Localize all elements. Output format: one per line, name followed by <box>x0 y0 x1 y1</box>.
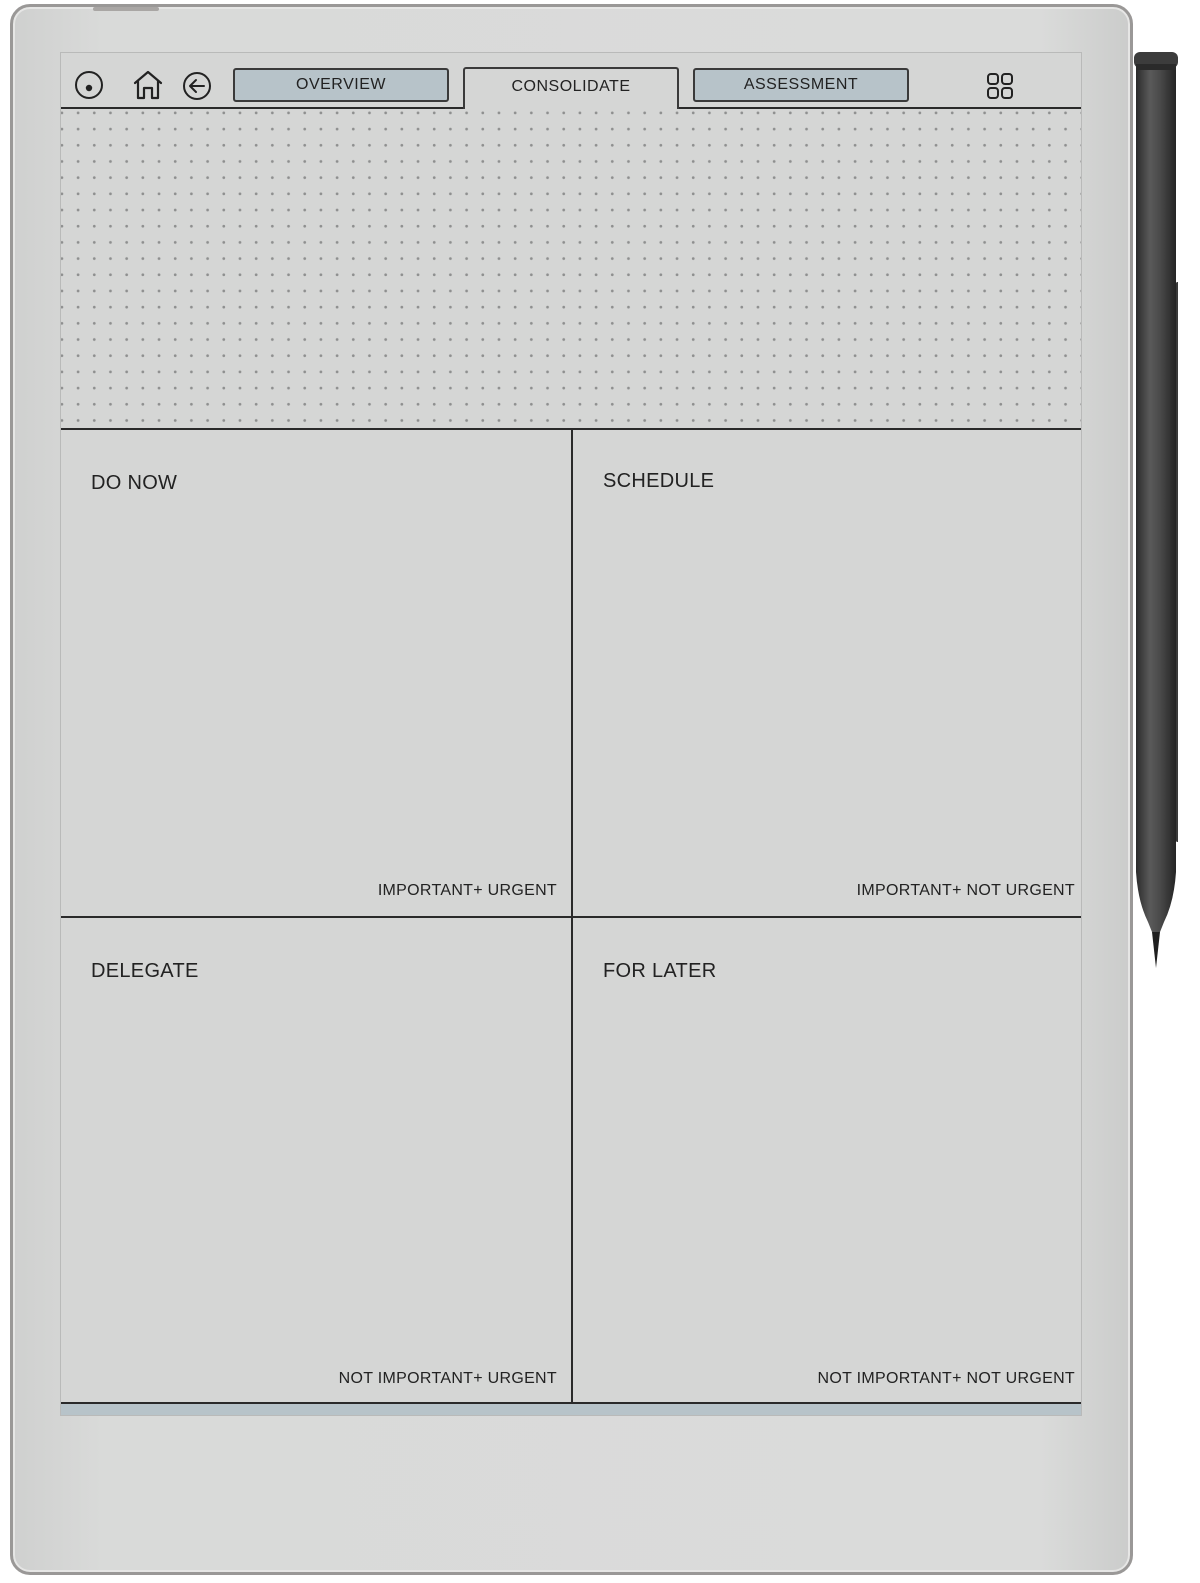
quadrant-do-now[interactable]: DO NOW IMPORTANT+ URGENT <box>61 430 571 916</box>
power-button[interactable] <box>93 7 159 11</box>
grid-icon[interactable] <box>985 71 1015 101</box>
quadrant-title: SCHEDULE <box>603 470 715 492</box>
quadrant-title: FOR LATER <box>603 960 717 982</box>
tab-assessment[interactable]: ASSESSMENT <box>693 68 909 102</box>
eisenhower-matrix: DO NOW IMPORTANT+ URGENT SCHEDULE IMPORT… <box>61 430 1081 1404</box>
quadrant-for-later[interactable]: FOR LATER NOT IMPORTANT+ NOT URGENT <box>573 918 1083 1404</box>
quadrant-schedule[interactable]: SCHEDULE IMPORTANT+ NOT URGENT <box>573 430 1083 916</box>
screen: OVERVIEW CONSOLIDATE ASSESSMENT DO NOW I… <box>60 52 1082 1416</box>
matrix-horizontal-divider <box>61 916 1081 918</box>
tab-consolidate-label: CONSOLIDATE <box>511 78 631 95</box>
quadrant-subtitle: NOT IMPORTANT+ NOT URGENT <box>817 1370 1075 1387</box>
top-navigation: OVERVIEW CONSOLIDATE ASSESSMENT <box>61 53 1081 109</box>
bottom-bar <box>61 1402 1081 1415</box>
tab-overview-label: OVERVIEW <box>296 76 386 93</box>
stylus-pen <box>1134 52 1179 972</box>
home-icon[interactable] <box>131 68 165 102</box>
quadrant-subtitle: NOT IMPORTANT+ URGENT <box>338 1370 557 1387</box>
tab-assessment-label: ASSESSMENT <box>743 76 859 93</box>
tab-consolidate[interactable]: CONSOLIDATE <box>463 67 679 109</box>
back-arrow-icon[interactable] <box>181 70 213 102</box>
dot-grid-notes-area[interactable] <box>61 109 1081 429</box>
quadrant-title: DELEGATE <box>91 960 199 982</box>
quadrant-subtitle: IMPORTANT+ NOT URGENT <box>856 882 1075 899</box>
tab-overview[interactable]: OVERVIEW <box>233 68 449 102</box>
menu-circle-icon[interactable] <box>73 69 105 101</box>
quadrant-subtitle: IMPORTANT+ URGENT <box>377 882 557 899</box>
quadrant-title: DO NOW <box>91 472 178 494</box>
quadrant-delegate[interactable]: DELEGATE NOT IMPORTANT+ URGENT <box>61 918 571 1404</box>
